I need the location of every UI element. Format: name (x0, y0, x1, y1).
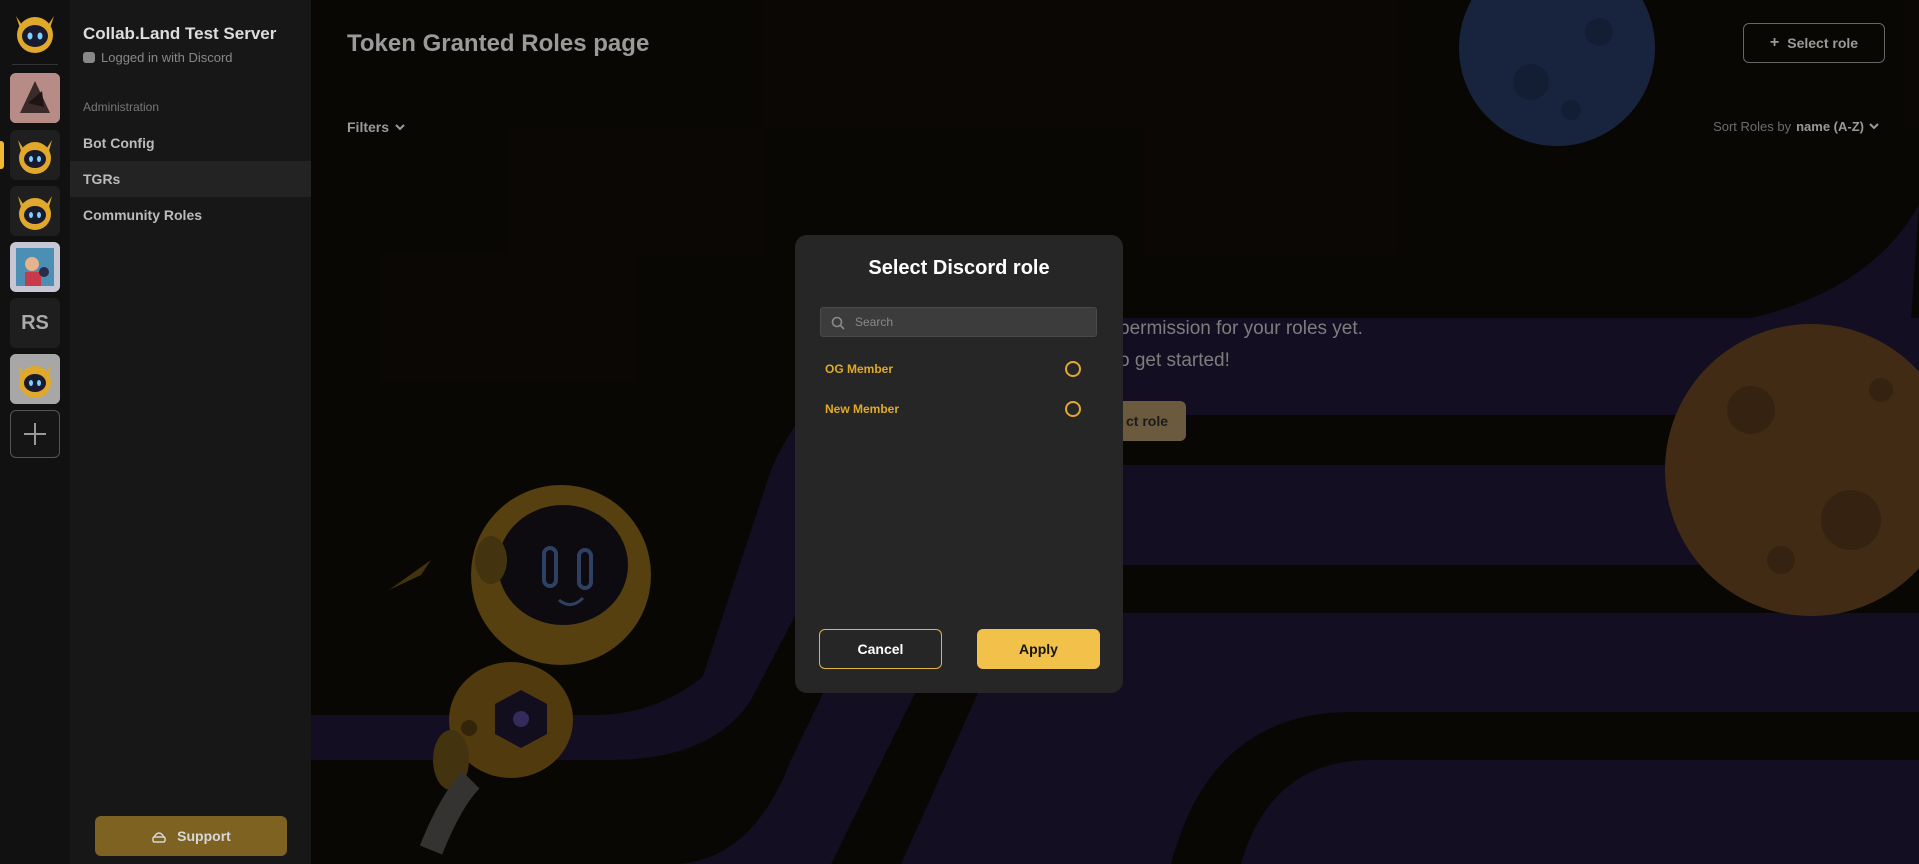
section-label-administration: Administration (83, 100, 160, 114)
apply-button[interactable]: Apply (977, 629, 1100, 669)
discord-icon (83, 52, 95, 63)
server-avatar-4[interactable] (10, 242, 60, 292)
support-icon (152, 832, 166, 843)
role-radio[interactable] (1065, 401, 1081, 417)
server-rail: RS (0, 0, 70, 864)
empty-state-hint: o get started! (1119, 350, 1230, 371)
server-name: Collab.Land Test Server (83, 24, 277, 43)
sidebar-item-tgrs[interactable]: TGRs (70, 161, 311, 197)
sidebar-item-label: Community Roles (83, 207, 203, 223)
plus-icon: + (1769, 34, 1780, 51)
role-option-label: OG Member (825, 362, 894, 376)
search-icon (831, 316, 845, 330)
cancel-button[interactable]: Cancel (819, 629, 942, 669)
search-input[interactable] (855, 308, 1090, 336)
login-status: Logged in with Discord (83, 50, 233, 65)
sidebar-item-bot-config[interactable]: Bot Config (70, 125, 311, 161)
chevron-down-icon (395, 123, 405, 130)
select-role-label: Select role (1787, 35, 1859, 51)
rail-divider (12, 64, 58, 65)
select-role-button[interactable]: + Select role (1743, 23, 1885, 63)
sort-value: name (A-Z) (1796, 119, 1864, 134)
sidebar-item-label: Bot Config (83, 135, 155, 151)
server-collab-land-bot-3[interactable] (10, 354, 60, 404)
sort-dropdown[interactable]: Sort Roles by name (A-Z) (1713, 119, 1879, 134)
server-collab-land-bot-2[interactable] (10, 186, 60, 236)
page-title: Token Granted Roles page (347, 30, 650, 57)
sidebar: Collab.Land Test Server Logged in with D… (70, 0, 311, 864)
sidebar-item-label: TGRs (83, 171, 121, 187)
active-server-indicator (0, 141, 4, 169)
add-server-button[interactable] (10, 410, 60, 458)
filters-dropdown[interactable]: Filters (347, 119, 405, 135)
server-collab-land-bot[interactable] (10, 130, 60, 180)
filters-label: Filters (347, 119, 390, 135)
support-label: Support (177, 828, 231, 844)
modal-title: Select Discord role (868, 257, 1050, 279)
role-option-og-member[interactable]: OG Member (820, 354, 1097, 384)
server-avatar-1[interactable] (10, 73, 60, 123)
plus-icon (24, 423, 46, 445)
sidebar-item-community-roles[interactable]: Community Roles (70, 197, 311, 233)
chevron-down-icon (1869, 123, 1879, 130)
role-search (820, 307, 1097, 337)
role-option-new-member[interactable]: New Member (820, 394, 1097, 424)
login-status-text: Logged in with Discord (101, 50, 233, 65)
support-button[interactable]: Support (95, 816, 287, 856)
sort-prefix: Sort Roles by (1713, 119, 1792, 134)
select-discord-role-modal: Select Discord role OG Member New Member… (795, 235, 1123, 693)
server-initials[interactable]: RS (10, 298, 60, 348)
role-option-label: New Member (825, 402, 900, 416)
empty-state-message: permission for your roles yet. (1119, 318, 1363, 339)
collab-land-logo[interactable] (10, 8, 60, 58)
role-radio[interactable] (1065, 361, 1081, 377)
